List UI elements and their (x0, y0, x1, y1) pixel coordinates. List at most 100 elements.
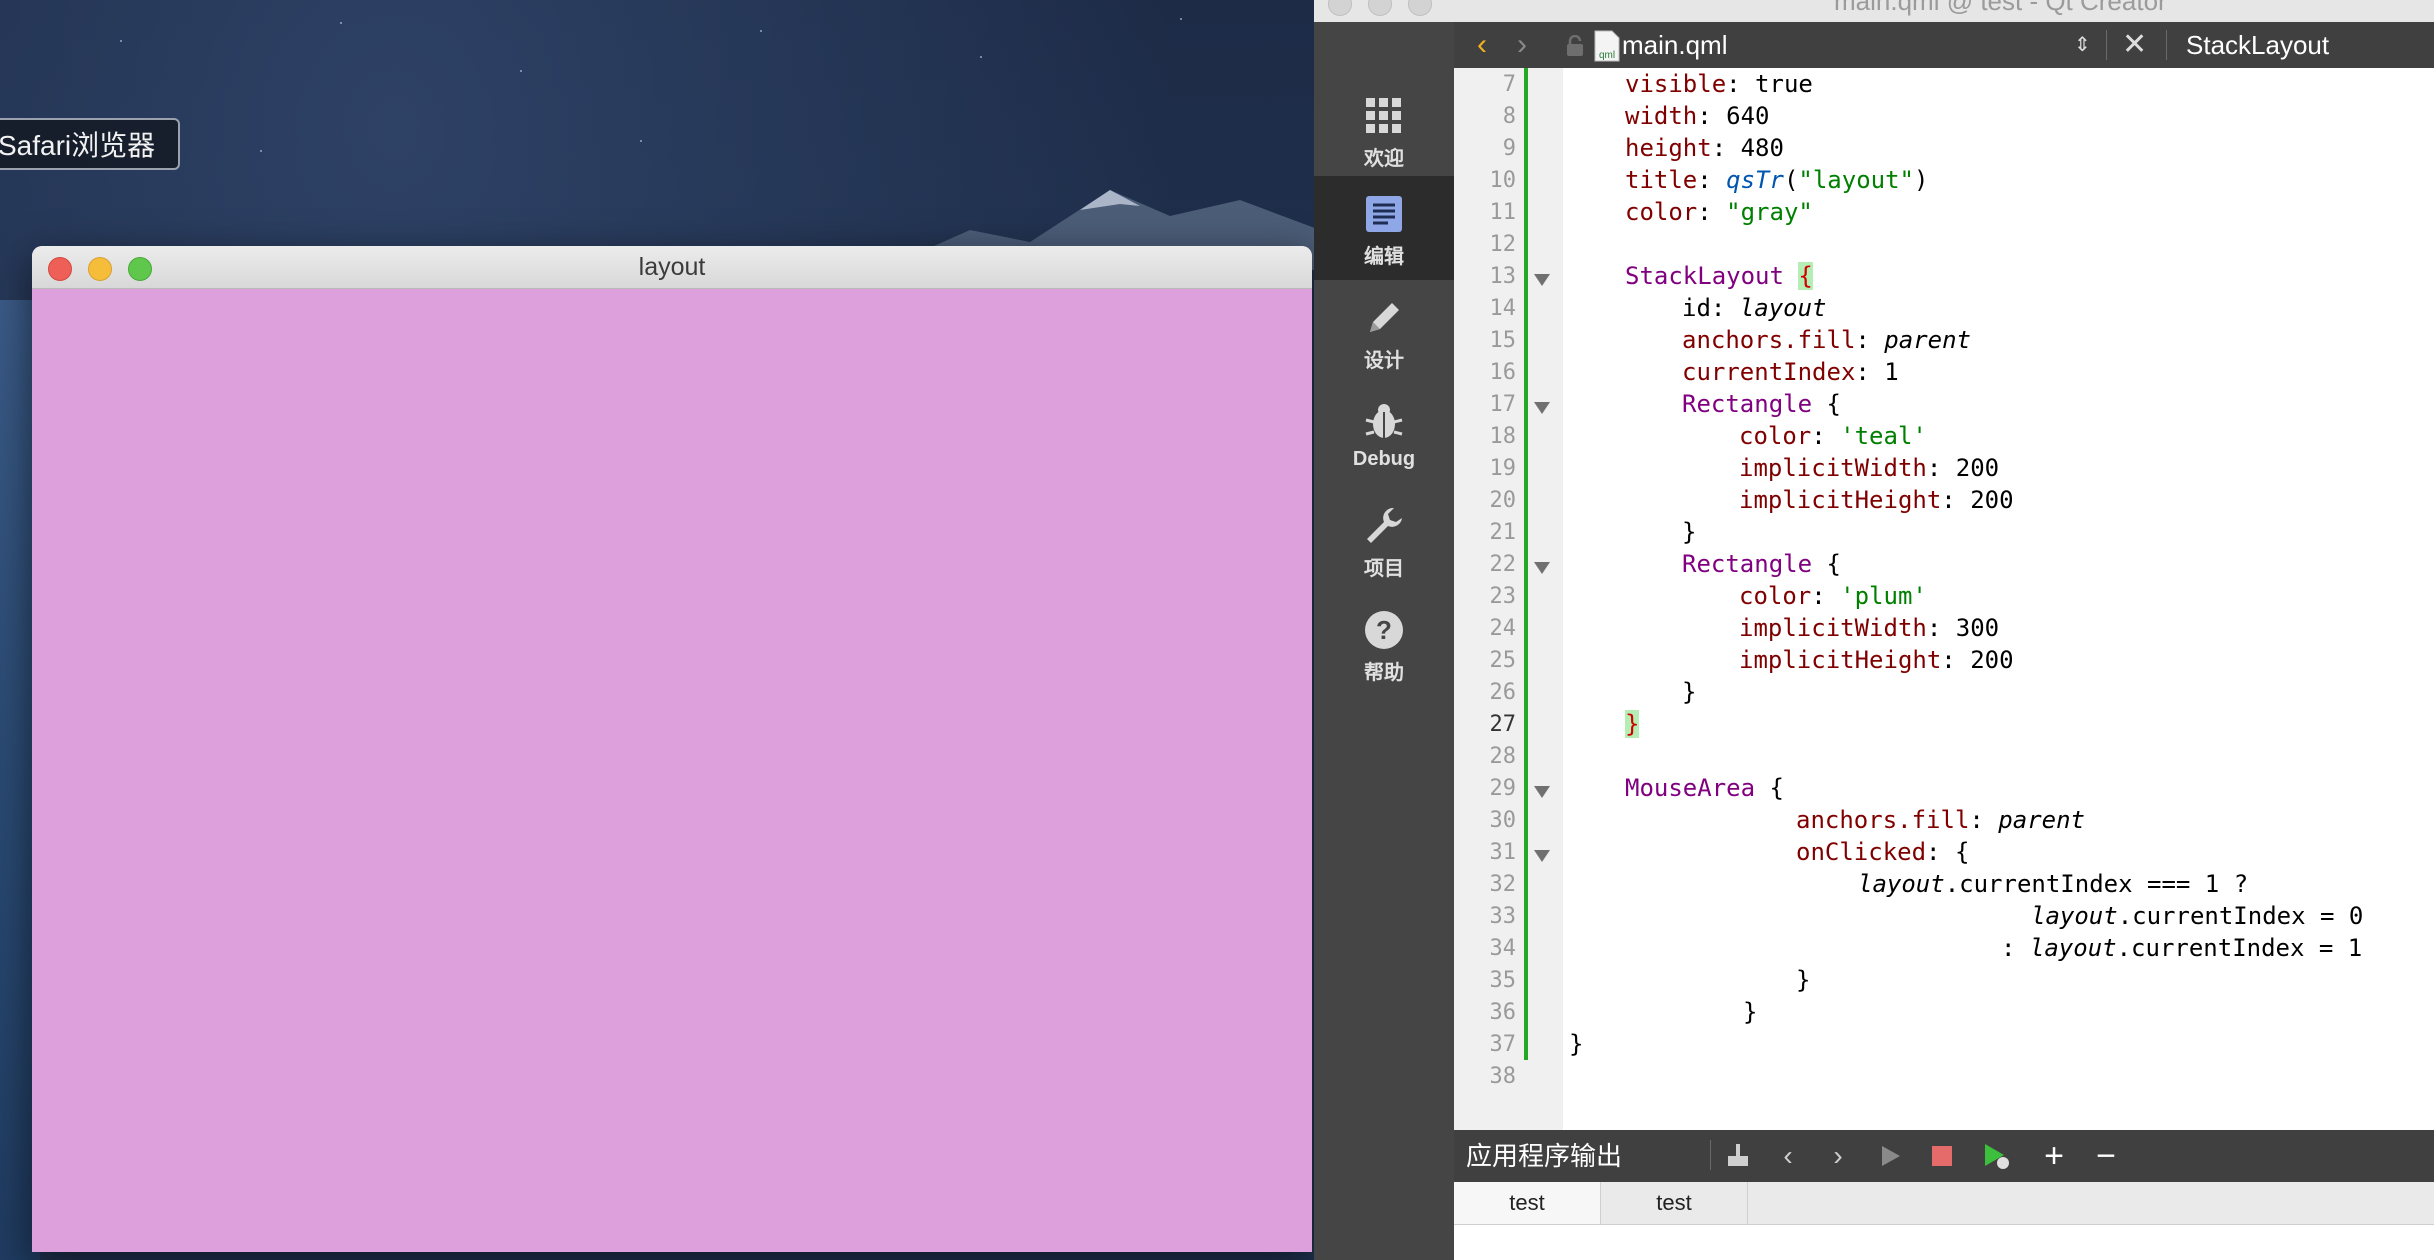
output-tabs: test test (1454, 1182, 2434, 1225)
star (640, 140, 642, 142)
qt-titlebar: main.qml @ test - Qt Creator (1314, 0, 2434, 23)
minimize-window-button[interactable] (1368, 0, 1392, 16)
fold-arrow-icon[interactable] (1534, 274, 1550, 286)
document-combo[interactable]: main.qml (1622, 22, 1727, 68)
line-number: 9 (1502, 136, 1516, 161)
code-line-17: Rectangle { (1682, 388, 1841, 420)
plum-rectangle[interactable] (32, 289, 1312, 1252)
code-token: parent (1884, 326, 1971, 354)
mode-edit[interactable]: 编辑 (1314, 176, 1454, 280)
fold-arrow-icon[interactable] (1534, 402, 1550, 414)
mode-projects[interactable]: 项目 (1314, 488, 1454, 592)
code-line-21: } (1682, 516, 1696, 548)
code-token: : 1 (1855, 358, 1899, 386)
line-number: 33 (1489, 904, 1517, 929)
code-token: "layout" (1798, 166, 1914, 194)
line-number: 36 (1489, 1000, 1517, 1025)
code-token: implicitWidth (1739, 614, 1927, 642)
code-line-13: StackLayout { (1625, 260, 1813, 292)
fold-arrow-icon[interactable] (1534, 850, 1550, 862)
code-token: { (1812, 390, 1841, 418)
clear-output-icon[interactable] (1724, 1142, 1752, 1170)
code-token: visible (1625, 70, 1727, 98)
previous-item-button[interactable]: ‹ (1768, 1130, 1808, 1182)
code-line-8: width: 640 (1625, 100, 1770, 132)
code-token: : 200 (1941, 646, 2014, 674)
stop-icon[interactable] (1930, 1144, 1954, 1168)
code-token: { (1755, 774, 1784, 802)
mode-label: 欢迎 (1364, 148, 1404, 170)
mode-debug[interactable]: Debug (1314, 384, 1454, 488)
code-line-11: color: "gray" (1625, 196, 1813, 228)
code-token: : 640 (1697, 102, 1770, 130)
code-token: layout (2031, 902, 2118, 930)
mode-welcome[interactable]: 欢迎 (1314, 78, 1454, 182)
code-line-14: id: layout (1682, 292, 1827, 324)
forward-button[interactable]: › (1504, 22, 1540, 68)
combo-arrows-icon[interactable]: ⇕ (2074, 22, 2091, 68)
close-document-button[interactable]: ✕ (2122, 22, 2147, 68)
code-token: ) (1914, 166, 1929, 194)
code-line-22: Rectangle { (1682, 548, 1841, 580)
code-token: : { (1926, 838, 1970, 866)
code-token: color (1625, 198, 1698, 226)
app-titlebar[interactable]: layout (32, 246, 1312, 289)
run-icon[interactable] (1878, 1144, 1902, 1168)
code-line-20: implicitHeight: 200 (1739, 484, 2014, 516)
code-line-9: height: 480 (1625, 132, 1784, 164)
grid-icon (1366, 98, 1401, 133)
code-line-27: } (1625, 708, 1640, 740)
remove-output-button[interactable]: − (2086, 1130, 2126, 1182)
code-token: width (1625, 102, 1698, 130)
code-token: StackLayout (1625, 262, 1784, 290)
output-tab[interactable]: test (1454, 1182, 1601, 1224)
code-token: : 300 (1926, 614, 2000, 642)
code-token: Rectangle (1682, 550, 1813, 578)
mode-help[interactable]: ? 帮助 (1314, 592, 1454, 696)
star (260, 150, 262, 152)
code-line-33: layout.currentIndex = 0 (2031, 900, 2363, 932)
line-number: 8 (1502, 104, 1516, 129)
line-number: 35 (1489, 968, 1517, 993)
code-token: title (1625, 166, 1698, 194)
symbol-combo[interactable]: StackLayout (2186, 22, 2329, 68)
zoom-window-button[interactable] (1408, 0, 1432, 16)
add-output-button[interactable]: + (2034, 1130, 2074, 1182)
line-number: 32 (1489, 872, 1517, 897)
output-tab[interactable]: test (1601, 1182, 1748, 1224)
code-line-23: color: 'plum' (1739, 580, 1927, 612)
code-token: height (1625, 134, 1712, 162)
code-token: implicitHeight (1739, 486, 1942, 514)
code-token: id: (1682, 294, 1740, 322)
line-number: 18 (1489, 424, 1517, 449)
mode-design[interactable]: 设计 (1314, 280, 1454, 384)
line-number-gutter[interactable]: 7 8 9 10 11 12 13 14 15 16 17 18 19 20 21 22 23 24 25 26 27 2… (1454, 68, 1562, 1130)
code-line-7: visible: true (1625, 68, 1813, 100)
code-editor[interactable]: visible: true width: 640 height: 480 tit… (1563, 68, 2434, 1130)
code-token: Rectangle (1682, 390, 1813, 418)
code-token: : 480 (1711, 134, 1784, 162)
fold-arrow-icon[interactable] (1534, 786, 1550, 798)
code-token: : 200 (1941, 486, 2014, 514)
toolbar-divider (2106, 30, 2107, 60)
code-token: currentIndex (1682, 358, 1856, 386)
layout-app-window[interactable]: layout (32, 246, 1312, 1252)
line-number: 19 (1489, 456, 1517, 481)
code-token: implicitHeight (1739, 646, 1942, 674)
code-token: } (1682, 678, 1697, 706)
code-token: ( (1783, 166, 1799, 194)
back-button[interactable]: ‹ (1464, 22, 1500, 68)
code-token: } (1569, 1030, 1584, 1058)
toolbar-divider (1710, 1140, 1711, 1170)
code-token: : (1969, 806, 1999, 834)
line-number: 28 (1489, 744, 1517, 769)
lock-icon[interactable] (1566, 35, 1584, 57)
attach-debugger-icon[interactable] (1982, 1142, 2010, 1170)
line-number: 30 (1489, 808, 1517, 833)
next-item-button[interactable]: › (1818, 1130, 1858, 1182)
line-number: 7 (1502, 72, 1516, 97)
line-number: 11 (1489, 200, 1517, 225)
wrench-icon (1367, 508, 1402, 543)
close-window-button[interactable] (1328, 0, 1352, 16)
fold-arrow-icon[interactable] (1534, 562, 1550, 574)
